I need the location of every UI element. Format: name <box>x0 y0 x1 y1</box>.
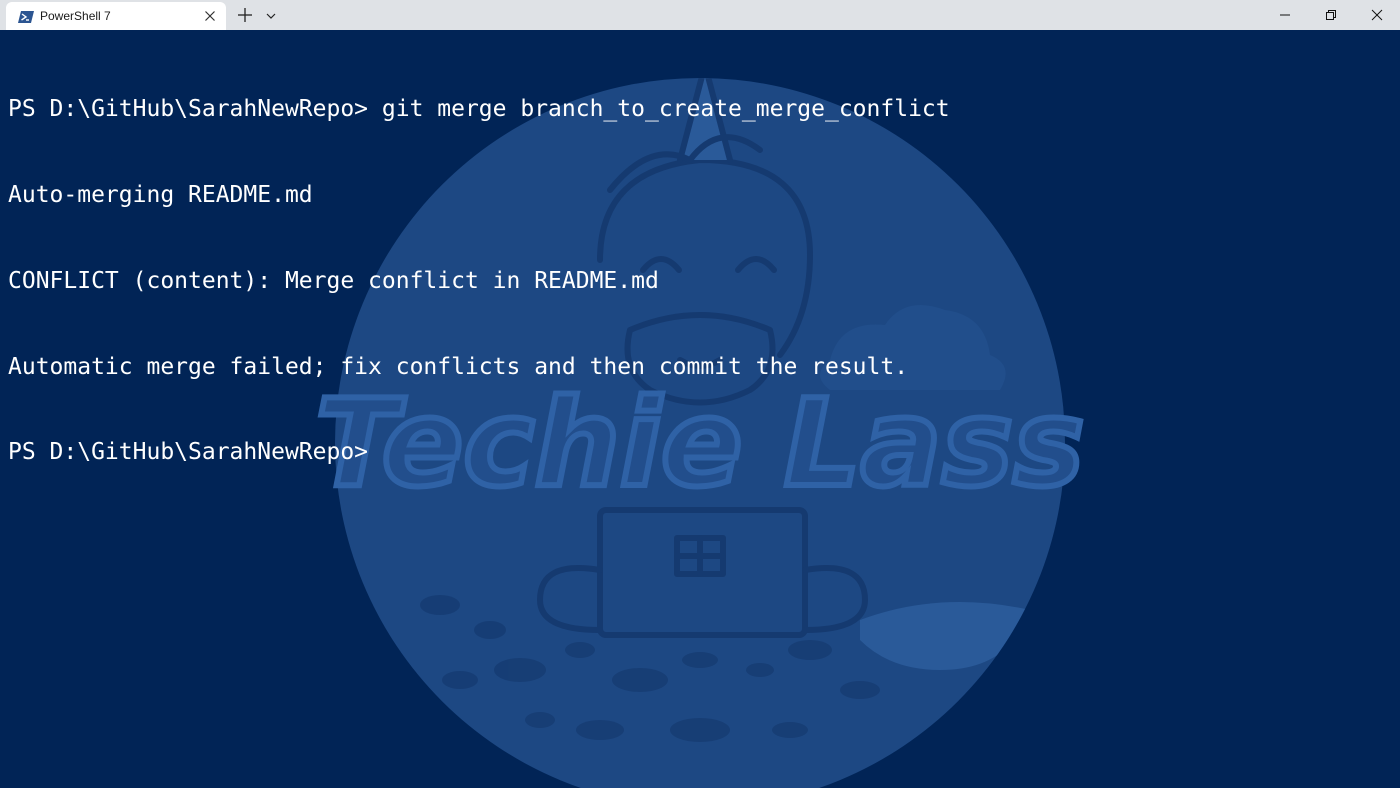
terminal-window: PowerShell 7 Techie Lass PS D:\GitHub\Sa… <box>0 0 1400 788</box>
terminal-output-area[interactable]: Techie Lass PS D:\GitHub\SarahNewRepo> g… <box>0 30 1400 788</box>
close-icon[interactable] <box>202 8 218 24</box>
terminal-line: Auto-merging README.md <box>8 181 313 208</box>
prompt-text: PS D:\GitHub\SarahNewRepo> <box>8 96 382 123</box>
terminal-lines: PS D:\GitHub\SarahNewRepo> git merge bra… <box>8 38 950 524</box>
tab-powershell[interactable]: PowerShell 7 <box>6 2 226 30</box>
prompt-text: PS D:\GitHub\SarahNewRepo> <box>8 439 369 466</box>
terminal-line: PS D:\GitHub\SarahNewRepo> git merge bra… <box>8 95 950 124</box>
chevron-down-icon[interactable] <box>264 8 278 22</box>
terminal-line: CONFLICT (content): Merge conflict in RE… <box>8 267 659 294</box>
tab-title: PowerShell 7 <box>40 9 111 23</box>
window-close-button[interactable] <box>1354 0 1400 30</box>
title-bar[interactable]: PowerShell 7 <box>0 0 1400 30</box>
restore-icon <box>1326 10 1336 20</box>
terminal-line: PS D:\GitHub\SarahNewRepo> <box>8 438 950 467</box>
minimize-icon <box>1280 14 1290 16</box>
minimize-button[interactable] <box>1262 0 1308 30</box>
powershell-icon <box>18 9 34 23</box>
plus-icon[interactable] <box>236 6 254 24</box>
close-icon <box>1371 9 1383 21</box>
terminal-line: Automatic merge failed; fix conflicts an… <box>8 353 909 380</box>
restore-button[interactable] <box>1308 0 1354 30</box>
command-text: git merge branch_to_create_merge_conflic… <box>381 96 950 123</box>
